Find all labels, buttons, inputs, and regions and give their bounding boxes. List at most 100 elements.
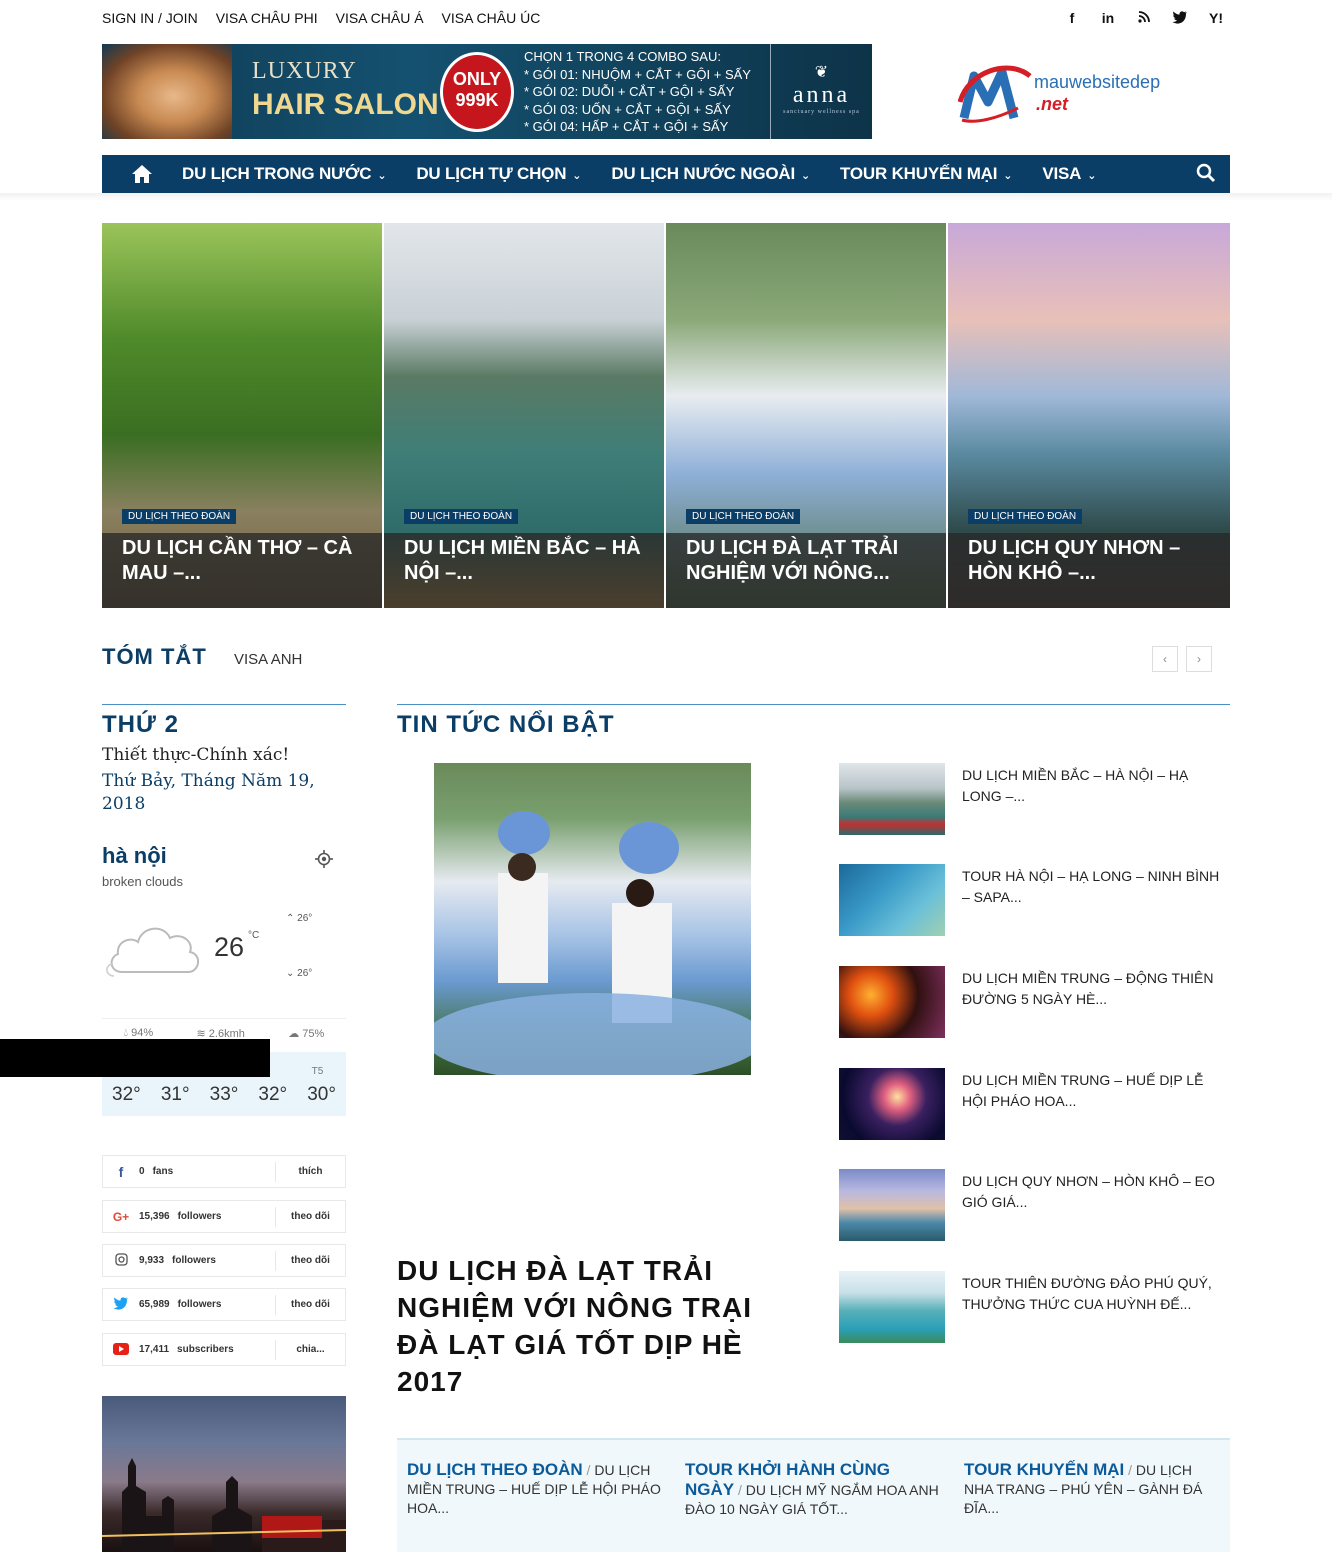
news-title[interactable]: DU LỊCH MIỀN TRUNG – HUẾ DỊP LỄ HỘI PHÁO… (962, 1070, 1230, 1112)
bottom-category[interactable]: DU LỊCH THEO ĐOÀN (407, 1460, 583, 1479)
nav-tour-khuyen-mai[interactable]: TOUR KHUYẾN MẠI ⌄ (840, 164, 1012, 184)
weather-condition: broken clouds (102, 874, 183, 889)
nav-label: DU LỊCH TỰ CHỌN (416, 164, 567, 183)
chevron-left-icon: ‹ (1163, 652, 1167, 666)
weather-city: hà nội (102, 843, 167, 868)
combo-line: * GÓI 02: DUỖI + CẮT + GỘI + SẤY (524, 84, 735, 99)
combo-line: * GÓI 03: UỐN + CẮT + GỘI + SẤY (524, 101, 731, 117)
hero-card[interactable]: DU LỊCH THEO ĐOÀN DU LỊCH QUY NHƠN – HÒN… (948, 223, 1230, 608)
hero-category[interactable]: DU LỊCH THEO ĐOÀN (404, 509, 519, 524)
location-button[interactable] (315, 850, 333, 873)
facebook-counter[interactable]: f 0 fans thích (102, 1155, 346, 1188)
current-date: Thứ Bảy, Tháng Năm 19, 2018 (102, 771, 315, 814)
twitter-icon[interactable] (1170, 10, 1190, 27)
news-list-item[interactable]: TOUR HÀ NỘI – HẠ LONG – NINH BÌNH – SAPA… (839, 864, 1230, 938)
news-title[interactable]: DU LỊCH QUY NHƠN – HÒN KHÔ – EO GIÓ GIÁ.… (962, 1171, 1230, 1213)
cloudiness: ☁︎ 75% (288, 1027, 324, 1040)
hero-category[interactable]: DU LỊCH THEO ĐOÀN (122, 509, 237, 524)
youtube-counter[interactable]: 17,411 subscribers chia... (102, 1333, 346, 1366)
separator: / (582, 1462, 595, 1478)
ticker-prev-button[interactable]: ‹ (1152, 646, 1178, 672)
hero-title[interactable]: DU LỊCH CẦN THƠ – CÀ MAU –... (122, 536, 368, 586)
youtube-subscribe-button[interactable]: chia... (275, 1340, 345, 1360)
news-thumbnail (839, 864, 945, 936)
current-temp: 26 (214, 932, 245, 962)
top-link-visa-chau-phi[interactable]: VISA CHÂU PHI (216, 10, 318, 26)
hero-card[interactable]: DU LỊCH THEO ĐOÀN DU LỊCH ĐÀ LẠT TRẢI NG… (666, 223, 946, 608)
bottom-category-strip: DU LỊCH THEO ĐOÀN / DU LỊCH MIỀN TRUNG –… (397, 1438, 1230, 1552)
featured-article-title[interactable]: DU LỊCH ĐÀ LẠT TRẢI NGHIỆM VỚI NÔNG TRẠI… (397, 1252, 797, 1400)
social-count: 0 (139, 1166, 145, 1177)
city-skyline (102, 1458, 346, 1552)
news-thumbnail (839, 966, 945, 1038)
sidebar-ad-image[interactable] (102, 1396, 346, 1552)
social-count: 9,933 (139, 1255, 165, 1266)
top-link-visa-chau-uc[interactable]: VISA CHÂU ÚC (442, 10, 541, 26)
twitter-follow-button[interactable]: theo dõi (275, 1295, 345, 1315)
nav-du-lich-nuoc-ngoai[interactable]: DU LỊCH NƯỚC NGOÀI ⌄ (611, 164, 810, 184)
featured-image[interactable] (434, 763, 751, 1075)
news-list-item[interactable]: DU LỊCH MIỀN BẮC – HÀ NỘI – HẠ LONG –... (839, 763, 1230, 837)
cloud-small-icon: ☁︎ (288, 1028, 303, 1040)
news-title[interactable]: TOUR HÀ NỘI – HẠ LONG – NINH BÌNH – SAPA… (962, 866, 1230, 908)
temp-high: ⌃ 26° (286, 913, 312, 924)
news-list-item[interactable]: DU LỊCH QUY NHƠN – HÒN KHÔ – EO GIÓ GIÁ.… (839, 1169, 1230, 1243)
forecast-temp: 32° (258, 1084, 288, 1105)
news-title[interactable]: DU LỊCH MIỀN TRUNG – ĐỘNG THIÊN ĐƯỜNG 5 … (962, 968, 1230, 1010)
news-list-item[interactable]: DU LỊCH MIỀN TRUNG – HUẾ DỊP LỄ HỘI PHÁO… (839, 1068, 1230, 1142)
temp-low-value: 26° (297, 968, 313, 979)
nav-label: VISA (1042, 164, 1082, 183)
rss-icon[interactable] (1134, 10, 1154, 27)
bottom-item[interactable]: TOUR KHUYẾN MẠI / DU LỊCH NHA TRANG – PH… (964, 1460, 1219, 1518)
logo-net: .net (1036, 94, 1069, 114)
instagram-follow-button[interactable]: theo dõi (275, 1251, 345, 1271)
banner-salon-text: HAIR SALON (252, 88, 439, 121)
summary-ticker-item[interactable]: VISA ANH (234, 651, 302, 668)
bottom-item[interactable]: DU LỊCH THEO ĐOÀN / DU LỊCH MIỀN TRUNG –… (407, 1460, 662, 1518)
site-logo[interactable]: mauwebsitedep .net (958, 62, 1178, 126)
sign-in-link[interactable]: SIGN IN / JOIN (102, 10, 198, 26)
top-nav: SIGN IN / JOIN VISA CHÂU PHI VISA CHÂU Á… (102, 10, 540, 26)
yahoo-icon[interactable]: Y! (1206, 10, 1226, 27)
home-icon (132, 165, 152, 183)
logo-m-icon (958, 65, 1032, 123)
google-plus-counter[interactable]: G+ 15,396 followers theo dõi (102, 1200, 346, 1233)
hero-category[interactable]: DU LỊCH THEO ĐOÀN (686, 509, 801, 524)
hero-title[interactable]: DU LỊCH MIỀN BẮC – HÀ NỘI –... (404, 536, 650, 586)
news-thumbnail (839, 1169, 945, 1241)
news-list-item[interactable]: TOUR THIÊN ĐƯỜNG ĐẢO PHÚ QUÝ, THƯỞNG THỨ… (839, 1271, 1230, 1345)
hero-card[interactable]: DU LỊCH THEO ĐOÀN DU LỊCH MIỀN BẮC – HÀ … (384, 223, 664, 608)
banner-combo-list: CHỌN 1 TRONG 4 COMBO SAU: * GÓI 01: NHUỘ… (524, 48, 751, 136)
news-title[interactable]: DU LỊCH MIỀN BẮC – HÀ NỘI – HẠ LONG –... (962, 765, 1230, 807)
top-link-visa-chau-a[interactable]: VISA CHÂU Á (336, 10, 424, 26)
linkedin-icon[interactable]: in (1098, 10, 1118, 27)
forecast-temp: 30° (307, 1084, 336, 1105)
search-button[interactable] (1196, 163, 1216, 188)
ticker-next-button[interactable]: › (1186, 646, 1212, 672)
bottom-category[interactable]: TOUR KHUYẾN MẠI (964, 1460, 1124, 1479)
hero-category[interactable]: DU LỊCH THEO ĐOÀN (968, 509, 1083, 524)
twitter-counter[interactable]: 65,989 followers theo dõi (102, 1288, 346, 1321)
news-title[interactable]: TOUR THIÊN ĐƯỜNG ĐẢO PHÚ QUÝ, THƯỞNG THỨ… (962, 1273, 1230, 1315)
temp-high-value: 26° (297, 913, 313, 924)
news-list-item[interactable]: DU LỊCH MIỀN TRUNG – ĐỘNG THIÊN ĐƯỜNG 5 … (839, 966, 1230, 1040)
badge-price: 999K (455, 90, 499, 110)
hero-title[interactable]: DU LỊCH QUY NHƠN – HÒN KHÔ –... (968, 536, 1216, 586)
featured-section-title: TIN TỨC NỔI BẬT (397, 711, 615, 738)
instagram-counter[interactable]: 9,933 followers theo dõi (102, 1244, 346, 1277)
facebook-like-button[interactable]: thích (275, 1162, 345, 1182)
temp-low: ⌄ 26° (286, 968, 312, 979)
bottom-item[interactable]: TOUR KHỞI HÀNH CÙNG NGÀY / DU LỊCH MỸ NG… (685, 1460, 940, 1519)
nav-du-lich-tu-chon[interactable]: DU LỊCH TỰ CHỌN ⌄ (416, 164, 581, 184)
home-button[interactable] (102, 155, 182, 193)
nav-visa[interactable]: VISA ⌄ (1042, 164, 1096, 184)
anna-name: anna (792, 82, 851, 108)
combo-line: * GÓI 04: HẤP + CẮT + GỘI + SẤY (524, 119, 729, 134)
nav-du-lich-trong-nuoc[interactable]: DU LỊCH TRONG NƯỚC ⌄ (182, 164, 387, 184)
hero-title[interactable]: DU LỊCH ĐÀ LẠT TRẢI NGHIỆM VỚI NÔNG... (686, 536, 932, 586)
hero-card[interactable]: DU LỊCH THEO ĐOÀN DU LỊCH CẦN THƠ – CÀ M… (102, 223, 382, 608)
facebook-icon[interactable]: f (1062, 10, 1082, 27)
forecast-temp: 32° (112, 1084, 141, 1105)
google-plus-follow-button[interactable]: theo dõi (275, 1207, 345, 1227)
hair-salon-banner[interactable]: LUXURY HAIR SALON ONLY 999K CHỌN 1 TRONG… (102, 44, 872, 139)
